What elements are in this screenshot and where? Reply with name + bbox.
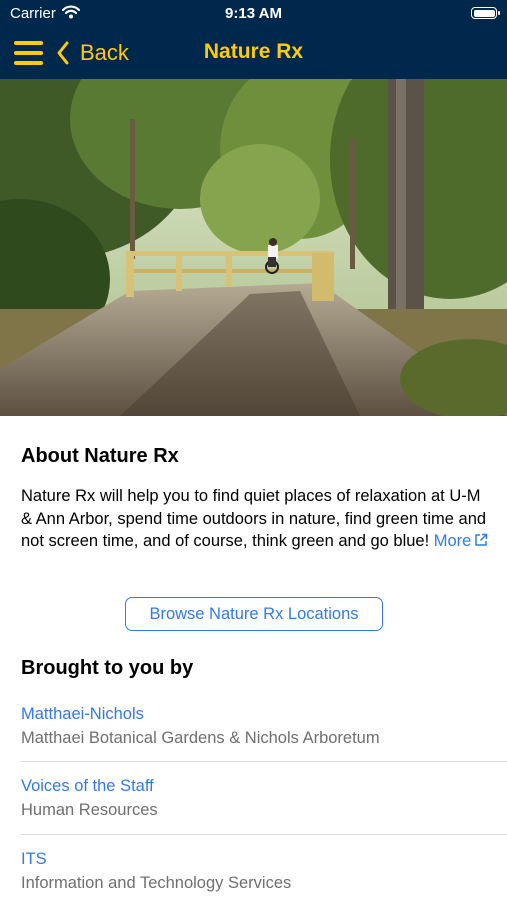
- about-description: Nature Rx will help you to find quiet pl…: [21, 485, 491, 553]
- back-label: Back: [80, 40, 129, 65]
- divider: [21, 761, 507, 762]
- status-bar: Carrier 9:13 AM: [0, 0, 507, 28]
- status-time: 9:13 AM: [225, 5, 282, 22]
- external-link-icon: [475, 533, 488, 546]
- sponsor-description: Human Resources: [21, 801, 158, 819]
- battery-icon: [471, 7, 500, 19]
- sponsor-item-its[interactable]: ITS Information and Technology Services: [0, 846, 507, 918]
- brought-by-title: Brought to you by: [21, 657, 194, 679]
- about-title: About Nature Rx: [21, 445, 179, 467]
- sponsor-description: Information and Technology Services: [21, 874, 292, 892]
- navigation-bar: Back Nature Rx: [0, 28, 507, 79]
- sponsor-description: Matthaei Botanical Gardens & Nichols Arb…: [21, 729, 380, 747]
- sponsor-name: Matthaei-Nichols: [21, 705, 144, 723]
- about-body: Nature Rx will help you to find quiet pl…: [21, 487, 487, 550]
- sponsor-item-matthaei-nichols[interactable]: Matthaei-Nichols Matthaei Botanical Gard…: [0, 701, 507, 773]
- sponsor-name: ITS: [21, 850, 47, 868]
- more-link-label: More: [433, 532, 472, 550]
- browse-locations-button[interactable]: Browse Nature Rx Locations: [125, 597, 383, 631]
- back-button[interactable]: Back: [56, 36, 129, 70]
- sponsor-name: Voices of the Staff: [21, 777, 154, 795]
- divider: [21, 834, 507, 835]
- hamburger-menu-icon[interactable]: [14, 40, 43, 66]
- more-link[interactable]: More: [434, 532, 489, 550]
- hero-image: [0, 79, 507, 416]
- chevron-left-icon: [57, 41, 69, 65]
